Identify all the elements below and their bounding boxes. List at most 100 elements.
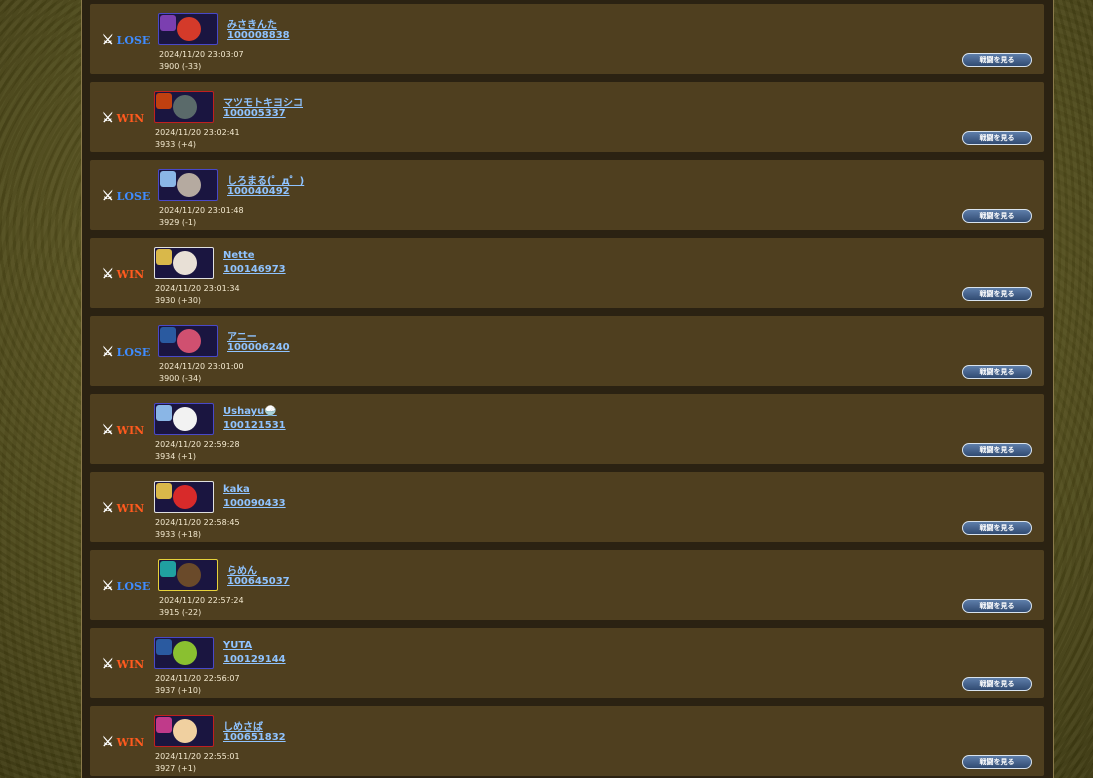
- opponent-name-link[interactable]: しろまる(゜д゜): [227, 172, 304, 187]
- rating-change: 3934 (+1): [155, 452, 196, 461]
- main-character-icon: [173, 485, 197, 509]
- battle-datetime: 2024/11/20 23:02:41: [155, 128, 240, 137]
- opponent-id-link[interactable]: 100146973: [223, 264, 286, 275]
- battle-datetime: 2024/11/20 22:56:07: [155, 674, 240, 683]
- opponent-name-link[interactable]: Nette: [223, 250, 255, 261]
- sub-character-icon: [156, 249, 172, 265]
- opponent-id-link[interactable]: 100090433: [223, 498, 286, 509]
- result-label: ⚔ WIN: [102, 111, 144, 125]
- battle-datetime: 2024/11/20 22:58:45: [155, 518, 240, 527]
- result-label: ⚔ LOSE: [102, 189, 150, 203]
- battle-row: ⚔ LOSE アニー 100006240 2024/11/20 23:01:00…: [90, 316, 1044, 386]
- opponent-name-link[interactable]: kaka: [223, 484, 250, 495]
- result-label: ⚔ LOSE: [102, 579, 150, 593]
- opponent-id-link[interactable]: 100006240: [227, 342, 290, 353]
- watch-battle-button[interactable]: 戦闘を見る: [962, 755, 1032, 769]
- opponent-name-link[interactable]: アニー: [227, 328, 257, 343]
- rating-change: 3933 (+18): [155, 530, 202, 539]
- result-text: LOSE: [116, 579, 151, 593]
- result-text: WIN: [116, 267, 145, 281]
- result-label: ⚔ WIN: [102, 735, 144, 749]
- main-character-icon: [173, 407, 197, 431]
- sub-character-icon: [160, 561, 176, 577]
- opponent-avatar: [158, 13, 218, 45]
- result-text: WIN: [116, 657, 145, 671]
- crossed-swords-icon: ⚔: [102, 32, 114, 48]
- main-character-icon: [173, 641, 197, 665]
- opponent-name-link[interactable]: しめさば: [223, 718, 263, 733]
- result-text: LOSE: [116, 33, 151, 47]
- watch-battle-button[interactable]: 戦闘を見る: [962, 209, 1032, 223]
- watch-battle-button[interactable]: 戦闘を見る: [962, 443, 1032, 457]
- result-text: LOSE: [116, 189, 151, 203]
- sub-character-icon: [156, 93, 172, 109]
- watch-battle-button[interactable]: 戦闘を見る: [962, 53, 1032, 67]
- battle-datetime: 2024/11/20 23:03:07: [159, 50, 244, 59]
- sub-character-icon: [160, 171, 176, 187]
- opponent-id-link[interactable]: 100645037: [227, 576, 290, 587]
- crossed-swords-icon: ⚔: [102, 734, 114, 750]
- watch-battle-button[interactable]: 戦闘を見る: [962, 677, 1032, 691]
- crossed-swords-icon: ⚔: [102, 110, 114, 126]
- opponent-id-link[interactable]: 100005337: [223, 108, 286, 119]
- opponent-name-link[interactable]: らめん: [227, 562, 257, 577]
- rating-change: 3930 (+30): [155, 296, 202, 305]
- opponent-name-link[interactable]: YUTA: [223, 640, 252, 651]
- sub-character-icon: [160, 15, 176, 31]
- watch-battle-button[interactable]: 戦闘を見る: [962, 521, 1032, 535]
- opponent-avatar: [158, 169, 218, 201]
- battle-row: ⚔ WIN マツモトキヨシコ 100005337 2024/11/20 23:0…: [90, 82, 1044, 152]
- rating-change: 3915 (-22): [159, 608, 202, 617]
- battle-datetime: 2024/11/20 23:01:48: [159, 206, 244, 215]
- crossed-swords-icon: ⚔: [102, 656, 114, 672]
- sub-character-icon: [160, 327, 176, 343]
- watch-battle-button[interactable]: 戦闘を見る: [962, 599, 1032, 613]
- rating-change: 3927 (+1): [155, 764, 196, 773]
- main-character-icon: [177, 173, 201, 197]
- main-character-icon: [177, 329, 201, 353]
- opponent-id-link[interactable]: 100121531: [223, 420, 286, 431]
- watch-battle-button[interactable]: 戦闘を見る: [962, 287, 1032, 301]
- battle-datetime: 2024/11/20 22:57:24: [159, 596, 244, 605]
- sub-character-icon: [156, 717, 172, 733]
- rating-change: 3937 (+10): [155, 686, 202, 695]
- opponent-id-link[interactable]: 100129144: [223, 654, 286, 665]
- sub-character-icon: [156, 639, 172, 655]
- opponent-id-link[interactable]: 100008838: [227, 30, 290, 41]
- opponent-id-link[interactable]: 100651832: [223, 732, 286, 743]
- result-label: ⚔ WIN: [102, 657, 144, 671]
- opponent-id-link[interactable]: 100040492: [227, 186, 290, 197]
- opponent-avatar: [154, 481, 214, 513]
- battle-row: ⚔ WIN YUTA 100129144 2024/11/20 22:56:07…: [90, 628, 1044, 698]
- result-label: ⚔ LOSE: [102, 345, 150, 359]
- main-character-icon: [173, 719, 197, 743]
- watch-battle-button[interactable]: 戦闘を見る: [962, 365, 1032, 379]
- opponent-avatar: [154, 91, 214, 123]
- crossed-swords-icon: ⚔: [102, 266, 114, 282]
- rating-change: 3900 (-34): [159, 374, 202, 383]
- battle-row: ⚔ LOSE みさきんた 100008838 2024/11/20 23:03:…: [90, 4, 1044, 74]
- rating-change: 3933 (+4): [155, 140, 196, 149]
- battle-datetime: 2024/11/20 22:59:28: [155, 440, 240, 449]
- crossed-swords-icon: ⚔: [102, 188, 114, 204]
- battle-row: ⚔ WIN しめさば 100651832 2024/11/20 22:55:01…: [90, 706, 1044, 776]
- result-text: WIN: [116, 501, 145, 515]
- opponent-name-link[interactable]: マツモトキヨシコ: [223, 94, 303, 109]
- sub-character-icon: [156, 483, 172, 499]
- battle-datetime: 2024/11/20 22:55:01: [155, 752, 240, 761]
- battle-datetime: 2024/11/20 23:01:00: [159, 362, 244, 371]
- opponent-name-link[interactable]: Ushayu🍚: [223, 406, 277, 417]
- rating-change: 3900 (-33): [159, 62, 202, 71]
- main-character-icon: [177, 563, 201, 587]
- battle-row: ⚔ WIN kaka 100090433 2024/11/20 22:58:45…: [90, 472, 1044, 542]
- result-label: ⚔ LOSE: [102, 33, 150, 47]
- main-character-icon: [177, 17, 201, 41]
- opponent-name-link[interactable]: みさきんた: [227, 16, 277, 31]
- opponent-avatar: [154, 715, 214, 747]
- result-label: ⚔ WIN: [102, 267, 144, 281]
- battle-row: ⚔ LOSE らめん 100645037 2024/11/20 22:57:24…: [90, 550, 1044, 620]
- watch-battle-button[interactable]: 戦闘を見る: [962, 131, 1032, 145]
- result-text: WIN: [116, 111, 145, 125]
- rating-change: 3929 (-1): [159, 218, 197, 227]
- opponent-avatar: [154, 637, 214, 669]
